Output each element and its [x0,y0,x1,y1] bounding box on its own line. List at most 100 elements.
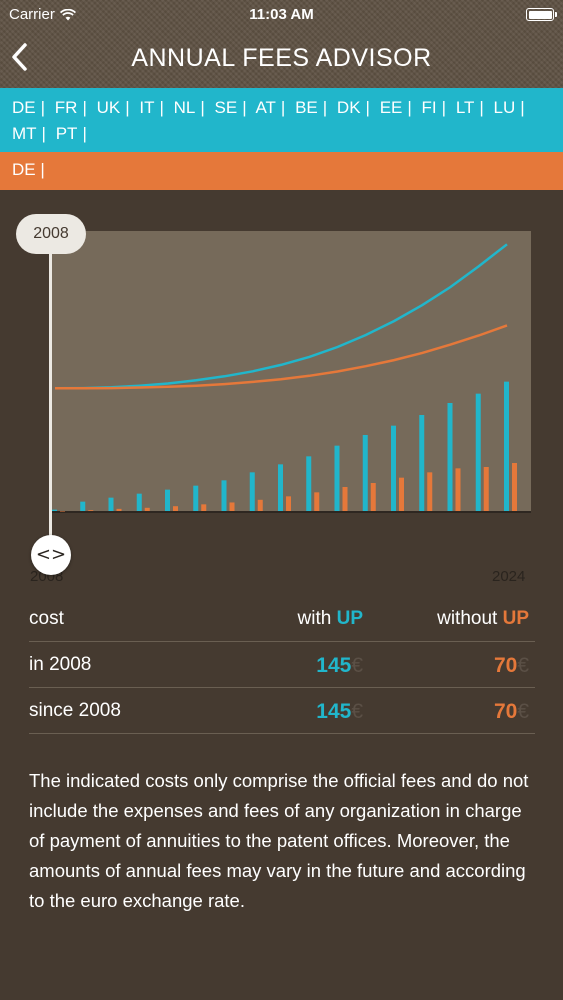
country-at[interactable]: AT [255,98,275,117]
country-separator: | [366,98,370,117]
with-up-header: with UP [298,608,363,630]
bar-with-up [80,502,85,511]
drag-arrows-icon: <> [36,544,66,565]
fees-chart-svg [0,190,563,590]
country-lu[interactable]: LU [494,98,516,117]
bar-without-up [399,478,404,511]
without-prefix: without [437,608,497,629]
country-separator: | [242,98,246,117]
table-row: since 2008 145€ 70€ [29,688,535,734]
country-it[interactable]: IT [139,98,154,117]
selected-countries-bar[interactable]: DE | [0,152,563,190]
bar-without-up [201,504,206,511]
bar-with-up [165,490,170,511]
bar-without-up [456,468,461,511]
currency-symbol: € [517,700,529,723]
navigation-header: Carrier 11:03 AM ANNUAL FEES ADVISOR [0,0,563,88]
with-up-amount: 145 [316,654,351,677]
country-separator: | [125,98,129,117]
currency-symbol: € [517,654,529,677]
country-dk[interactable]: DK [337,98,361,117]
with-up-value: 145€ [316,700,363,724]
bar-without-up [484,467,489,511]
row-label: since 2008 [29,700,121,722]
country-pt[interactable]: PT [56,124,78,143]
bar-without-up [60,511,65,512]
country-fi[interactable]: FI [422,98,437,117]
with-up-value: 145€ [316,654,363,678]
country-fr[interactable]: FR [55,98,78,117]
country-separator: | [520,98,524,117]
without-up-value: 70€ [494,654,529,678]
bar-with-up [504,382,509,511]
row-label: in 2008 [29,654,91,676]
disclaimer-text: The indicated costs only comprise the of… [29,766,539,916]
bar-without-up [258,500,263,511]
cost-header: cost [29,608,64,630]
page-title: ANNUAL FEES ADVISOR [0,44,563,73]
bar-with-up [448,403,453,511]
currency-symbol: € [351,700,363,723]
country-separator: | [479,98,483,117]
bar-with-up [109,498,114,511]
bar-without-up [371,483,376,511]
battery-icon [526,8,554,21]
year-slider-handle[interactable]: <> [31,535,71,575]
selected-countries-label: DE | [12,160,45,179]
with-prefix: with [298,608,332,629]
bar-without-up [286,496,291,511]
country-de[interactable]: DE [12,98,36,117]
bar-with-up [476,394,481,511]
bar-with-up [391,426,396,511]
bar-without-up [145,508,150,511]
country-separator: | [407,98,411,117]
country-be[interactable]: BE [295,98,318,117]
country-nl[interactable]: NL [174,98,196,117]
up-label-orange: UP [503,608,529,629]
with-up-amount: 145 [316,700,351,723]
bar-with-up [222,480,227,511]
country-mt[interactable]: MT [12,124,37,143]
country-selector: DE| FR| UK| IT| NL| SE| AT| BE| DK| EE| … [0,88,563,152]
bar-without-up [117,509,122,511]
bar-with-up [335,446,340,511]
country-separator: | [323,98,327,117]
x-axis-line [50,511,531,513]
country-separator: | [82,98,86,117]
without-up-amount: 70 [494,700,517,723]
bar-without-up [427,472,432,511]
bar-with-up [278,464,283,511]
bar-without-up [314,492,319,511]
without-up-amount: 70 [494,654,517,677]
status-bar: Carrier 11:03 AM [0,0,563,30]
country-uk[interactable]: UK [97,98,121,117]
status-time: 11:03 AM [0,6,563,23]
country-separator: | [160,98,164,117]
bar-with-up [306,456,311,511]
bar-without-up [512,463,517,511]
up-label-teal: UP [337,608,363,629]
country-ee[interactable]: EE [380,98,403,117]
bar-with-up [52,510,57,511]
bar-without-up [173,506,178,511]
bar-with-up [137,494,142,511]
cost-table: cost with UP without UP in 2008 145€ 70€… [29,596,535,734]
without-up-value: 70€ [494,700,529,724]
bar-with-up [363,435,368,511]
axis-end-label: 2024 [492,568,525,585]
bar-with-up [193,486,198,511]
year-slider-line[interactable] [49,252,52,542]
country-separator: | [41,98,45,117]
bar-without-up [343,487,348,511]
country-lt[interactable]: LT [456,98,475,117]
country-se[interactable]: SE [215,98,238,117]
currency-symbol: € [351,654,363,677]
country-separator: | [42,124,46,143]
fees-chart [0,190,563,590]
year-bubble: 2008 [16,214,86,254]
bar-without-up [230,502,235,511]
country-separator: | [281,98,285,117]
bar-without-up [88,510,93,511]
without-up-header: without UP [437,608,529,630]
bar-with-up [419,415,424,511]
